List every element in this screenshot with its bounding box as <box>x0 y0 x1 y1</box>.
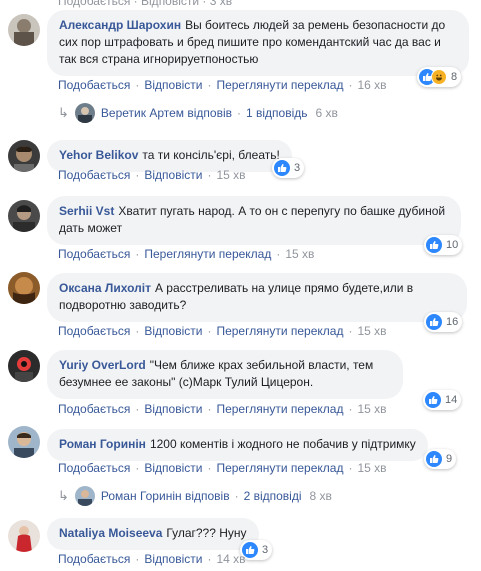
comment-actions: Подобається · Відповісти · 15 хв <box>58 168 246 182</box>
avatar[interactable] <box>8 200 40 232</box>
replier-name[interactable]: Веретик Артем відповів <box>101 106 232 120</box>
like-reaction-icon <box>426 451 442 467</box>
comment-time[interactable]: 15 хв <box>357 324 386 338</box>
comment-author[interactable]: Nataliya Moiseeva <box>59 526 162 540</box>
replier-name[interactable]: Роман Горинін відповів <box>101 489 230 503</box>
comment-text: Гулаг??? Нуну <box>166 526 247 540</box>
reaction-count: 10 <box>446 239 459 251</box>
comment-actions: Подобається · Відповісти · Переглянути пер… <box>58 78 387 92</box>
like-reaction-icon <box>426 314 442 330</box>
haha-reaction-icon <box>431 69 447 85</box>
reply-link[interactable]: Відповісти <box>144 78 202 92</box>
reply-link[interactable]: Відповісти <box>144 324 202 338</box>
like-link[interactable]: Подобається <box>58 168 130 182</box>
comment-time[interactable]: 14 хв <box>216 552 245 566</box>
comment-time[interactable]: 15 хв <box>357 461 386 475</box>
comment-actions: Подобається · Відповісти · Переглянути пер… <box>58 461 387 475</box>
reply-link[interactable]: Відповісти <box>144 461 202 475</box>
reply-time: 8 хв <box>309 489 332 503</box>
avatar[interactable] <box>8 272 40 304</box>
reactions[interactable]: 3 <box>272 158 305 178</box>
reaction-count: 8 <box>451 71 458 83</box>
reply-link[interactable]: Відповісти <box>144 552 202 566</box>
comment-bubble: Александр Шарохин Вы боитесь людей за рем… <box>47 10 469 76</box>
comment-author[interactable]: Роман Горинін <box>59 437 146 451</box>
comment-actions: Подобається · Відповісти · 14 хв <box>58 552 246 566</box>
replies-count[interactable]: 1 відповідь <box>246 106 308 120</box>
comment-author[interactable]: Serhii Vst <box>59 204 114 218</box>
see-translation-link[interactable]: Переглянути переклад <box>216 461 343 475</box>
comment-time[interactable]: 15 хв <box>285 247 314 261</box>
see-translation-link[interactable]: Переглянути переклад <box>216 324 343 338</box>
comment-actions: Подобається · Відповісти · Переглянути пер… <box>58 324 387 338</box>
avatar <box>74 486 95 506</box>
previous-comment-meta: Подобається · Відповісти · 3 хв <box>58 0 233 8</box>
like-link[interactable]: Подобається <box>58 402 130 416</box>
comment-bubble: Nataliya Moiseeva Гулаг??? Нуну <box>47 518 259 550</box>
reactions[interactable]: 10 <box>424 235 463 255</box>
comment-time[interactable]: 15 хв <box>357 402 386 416</box>
comment-actions: Подобається · Переглянути переклад · 15 хв <box>58 247 315 261</box>
reply-arrow-icon: ↳ <box>58 488 69 503</box>
reply-time: 6 хв <box>315 106 338 120</box>
comment-author[interactable]: Yuriy OverLord <box>59 358 146 372</box>
comment-author[interactable]: Yehor Belikov <box>59 148 138 162</box>
avatar[interactable] <box>8 140 40 172</box>
like-link[interactable]: Подобається <box>58 461 130 475</box>
comment-text: 1200 коментів і жодного не побачив у під… <box>149 437 416 451</box>
replies-count[interactable]: 2 відповіді <box>244 489 302 503</box>
like-reaction-icon <box>274 160 290 176</box>
avatar[interactable] <box>8 14 40 46</box>
like-link[interactable]: Подобається <box>58 552 130 566</box>
comment-bubble: Serhii Vst Хватит пугать народ. А то он с… <box>47 196 461 245</box>
reactions[interactable]: 8 <box>417 67 462 87</box>
comment-bubble: Роман Горинін 1200 коментів і жодного не … <box>47 429 428 461</box>
avatar[interactable] <box>8 520 40 552</box>
reactions[interactable]: 14 <box>423 390 462 410</box>
see-translation-link[interactable]: Переглянути переклад <box>144 247 271 261</box>
like-reaction-icon <box>426 237 442 253</box>
replies-summary[interactable]: ↳ Роман Горинін відповів · 2 відповіді 8 … <box>58 486 332 506</box>
avatar <box>74 103 95 123</box>
reply-arrow-icon: ↳ <box>58 105 69 120</box>
see-translation-link[interactable]: Переглянути переклад <box>216 402 343 416</box>
see-translation-link[interactable]: Переглянути переклад <box>216 78 343 92</box>
like-link[interactable]: Подобається <box>58 324 130 338</box>
comment-time[interactable]: 15 хв <box>216 168 245 182</box>
like-link[interactable]: Подобається <box>58 78 130 92</box>
comment-bubble: Yuriy OverLord "Чем ближе крах зебильной … <box>47 350 403 399</box>
like-reaction-icon <box>425 392 441 408</box>
reaction-count: 16 <box>446 316 459 328</box>
reply-link[interactable]: Відповісти <box>144 168 202 182</box>
reply-link[interactable]: Відповісти <box>144 402 202 416</box>
comment-actions: Подобається · Відповісти · Переглянути пер… <box>58 402 387 416</box>
replies-summary[interactable]: ↳ Веретик Артем відповів · 1 відповідь 6 … <box>58 103 338 123</box>
comment-author[interactable]: Александр Шарохин <box>59 18 181 32</box>
comment-text: та ти консіль'єрі, блеать! <box>142 148 280 162</box>
like-link[interactable]: Подобається <box>58 247 130 261</box>
reaction-count: 3 <box>294 162 301 174</box>
reactions[interactable]: 16 <box>424 312 463 332</box>
reaction-count: 14 <box>445 394 458 406</box>
reactions[interactable]: 9 <box>424 449 457 469</box>
comment-author[interactable]: Оксана Лихоліт <box>59 281 151 295</box>
avatar[interactable] <box>8 426 40 458</box>
avatar[interactable] <box>8 350 40 382</box>
reaction-count: 3 <box>262 544 269 556</box>
comment-bubble: Оксана Лихоліт А расстреливать на улице п… <box>47 273 467 322</box>
reaction-count: 9 <box>446 453 453 465</box>
comment-time[interactable]: 16 хв <box>357 78 386 92</box>
comment-text: Хватит пугать народ. А то он с перепугу … <box>59 204 446 235</box>
